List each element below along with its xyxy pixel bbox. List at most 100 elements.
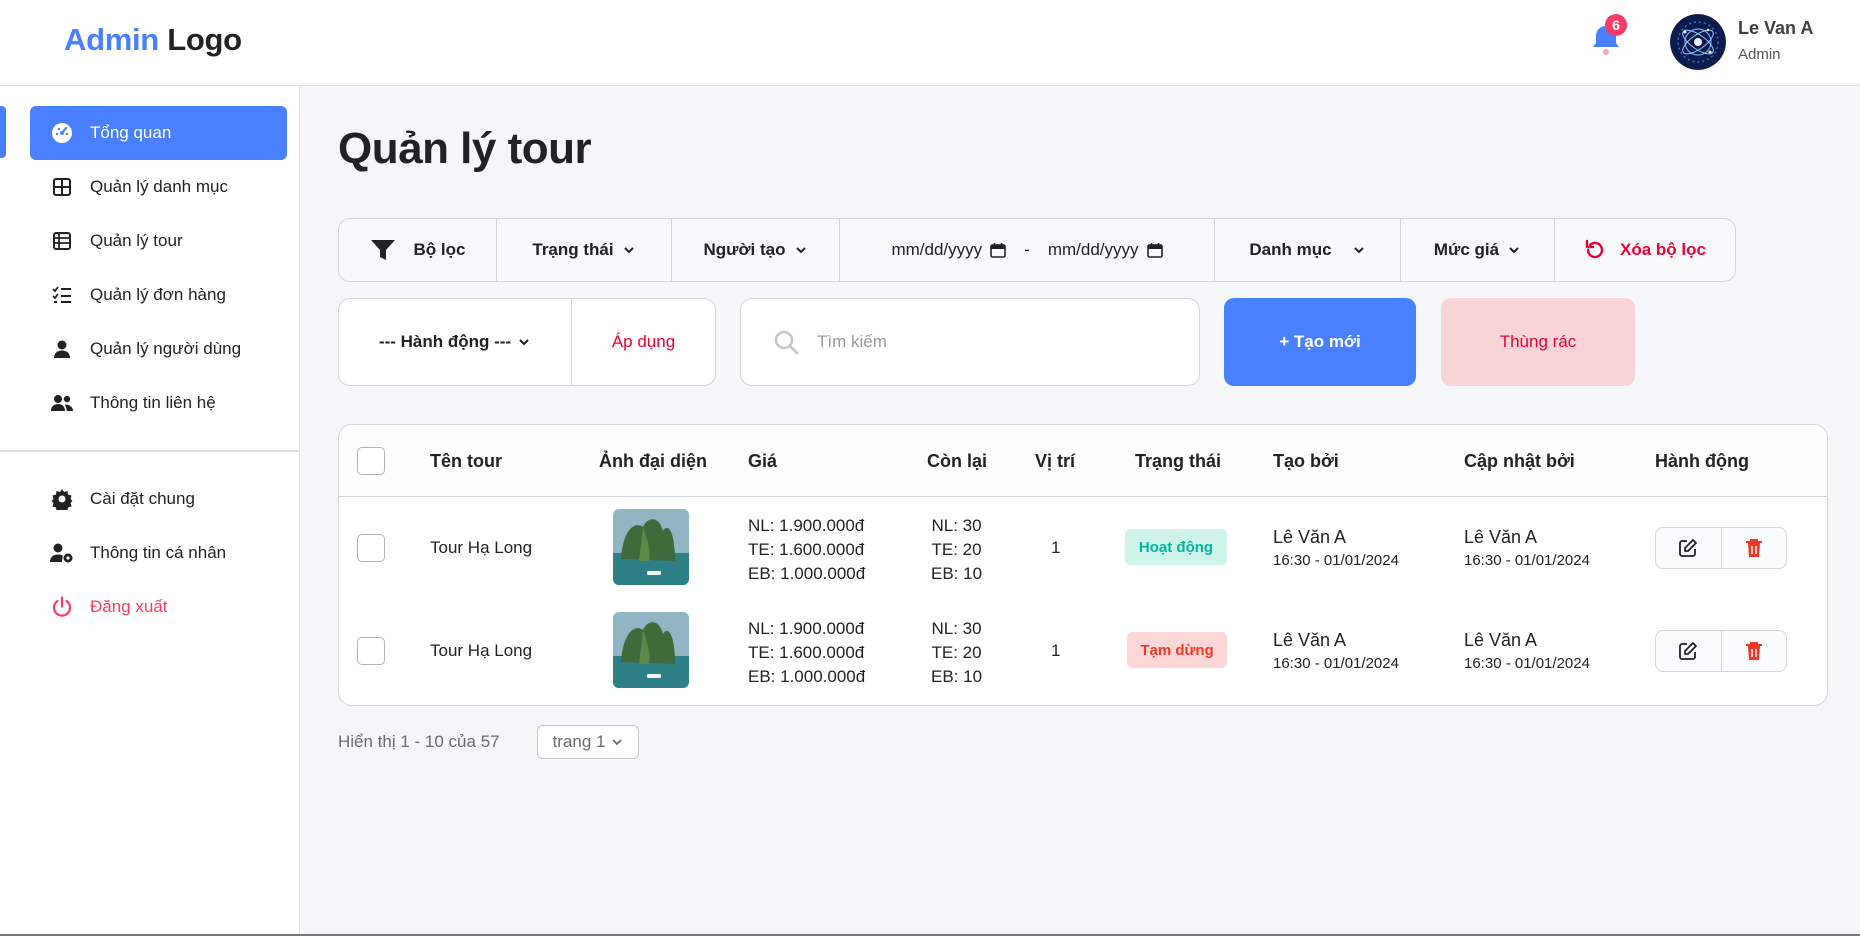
bulk-action-select-value: --- Hành động --- — [378, 332, 512, 351]
tour-name[interactable]: Tour Hạ Long — [430, 538, 532, 558]
date-from-input[interactable]: mm/dd/yyyy — [891, 240, 1006, 260]
filter-label: Bộ lọc — [339, 219, 497, 281]
header-name[interactable]: Tên tour — [430, 425, 502, 497]
updated-by-cell: Lê Văn A 16:30 - 01/01/2024 — [1464, 527, 1590, 569]
date-range-filter: mm/dd/yyyy - mm/dd/yyyy — [840, 219, 1215, 281]
tour-thumbnail — [613, 509, 689, 585]
sidebar-item-orders[interactable]: Quản lý đơn hàng — [30, 268, 287, 322]
active-indicator — [0, 106, 6, 158]
tour-name[interactable]: Tour Hạ Long — [430, 641, 532, 661]
trash-icon — [1745, 642, 1762, 660]
row-checkbox[interactable] — [357, 637, 385, 665]
gear-icon — [50, 487, 74, 511]
sidebar-item-categories[interactable]: Quản lý danh mục — [30, 160, 287, 214]
dashboard-icon — [50, 121, 74, 145]
search-box — [740, 298, 1200, 386]
row-checkbox[interactable] — [357, 534, 385, 562]
tour-price: NL: 1.900.000đ TE: 1.600.000đ EB: 1.000.… — [748, 514, 865, 586]
app-logo[interactable]: Admin Logo — [64, 22, 242, 58]
bulk-action-select[interactable]: --- Hành động --- — [339, 299, 572, 385]
tour-remaining: NL: 30 TE: 20 EB: 10 — [931, 514, 982, 586]
status-filter-dropdown[interactable]: Trạng thái — [497, 219, 672, 281]
created-by-name: Lê Văn A — [1273, 630, 1347, 650]
power-icon — [50, 595, 74, 619]
updated-by-name: Lê Văn A — [1464, 527, 1538, 547]
header-position[interactable]: Vị trí — [1035, 425, 1075, 497]
select-all-checkbox[interactable] — [357, 447, 385, 475]
price-child: TE: 1.600.000đ — [748, 540, 865, 559]
sidebar-item-logout[interactable]: Đăng xuất — [30, 580, 287, 634]
header-actions: Hành động — [1655, 450, 1749, 471]
created-at-time: 16:30 - 01/01/2024 — [1273, 655, 1399, 672]
created-by-cell: Lê Văn A 16:30 - 01/01/2024 — [1273, 527, 1399, 569]
notification-count-badge: 6 — [1605, 14, 1627, 36]
row-actions — [1655, 527, 1787, 569]
chevron-down-icon — [1353, 247, 1364, 254]
chevron-down-icon — [519, 339, 529, 346]
sidebar-item-overview[interactable]: Tổng quan — [30, 106, 287, 160]
tour-price: NL: 1.900.000đ TE: 1.600.000đ EB: 1.000.… — [748, 617, 865, 689]
status-badge[interactable]: Tạm dừng — [1127, 632, 1227, 668]
price-infant: EB: 1.000.000đ — [748, 667, 866, 686]
created-at-time: 16:30 - 01/01/2024 — [1273, 552, 1399, 569]
grid-icon — [50, 175, 74, 199]
sidebar-item-label: Tổng quan — [90, 123, 172, 142]
delete-button[interactable] — [1722, 528, 1787, 568]
page-title: Quản lý tour — [338, 124, 592, 173]
pagination-info: Hiển thị 1 - 10 của 57 — [338, 732, 500, 751]
header-remaining[interactable]: Còn lại — [927, 425, 987, 497]
reset-filter-button[interactable]: Xóa bộ lọc — [1555, 219, 1735, 281]
sidebar-item-label: Cài đặt chung — [90, 489, 195, 508]
filter-icon — [370, 240, 395, 260]
remaining-infant: EB: 10 — [931, 564, 983, 583]
date-to-value: mm/dd/yyyy — [1047, 240, 1139, 259]
sidebar-item-tours[interactable]: Quản lý tour — [30, 214, 287, 268]
tour-position: 1 — [1051, 641, 1061, 660]
chevron-down-icon — [1509, 247, 1519, 254]
edit-icon — [1679, 539, 1698, 557]
price-adult: NL: 1.900.000đ — [748, 619, 865, 638]
remaining-infant: EB: 10 — [931, 667, 983, 686]
search-input[interactable] — [817, 332, 1157, 352]
header-created-by: Tạo bởi — [1273, 450, 1339, 471]
status-badge[interactable]: Hoạt động — [1125, 529, 1227, 565]
trash-button[interactable]: Thùng rác — [1441, 298, 1635, 386]
calendar-icon[interactable] — [990, 242, 1006, 258]
sidebar-item-label: Thông tin liên hệ — [90, 393, 216, 412]
row-actions — [1655, 630, 1787, 672]
remaining-adult: NL: 30 — [931, 619, 982, 638]
table-icon — [50, 229, 74, 253]
user-name[interactable]: Le Van A — [1738, 18, 1813, 39]
sidebar-item-settings[interactable]: Cài đặt chung — [30, 472, 287, 526]
sidebar-item-profile[interactable]: Thông tin cá nhân — [30, 526, 287, 580]
chevron-down-icon — [795, 247, 806, 254]
updated-by-cell: Lê Văn A 16:30 - 01/01/2024 — [1464, 630, 1590, 672]
edit-button[interactable] — [1656, 528, 1722, 568]
logo-accent-text: Admin — [64, 22, 159, 57]
updated-at-time: 16:30 - 01/01/2024 — [1464, 552, 1590, 569]
date-to-input[interactable]: mm/dd/yyyy — [1048, 240, 1163, 260]
category-filter-dropdown[interactable]: Danh mục — [1215, 219, 1401, 281]
edit-button[interactable] — [1656, 631, 1722, 671]
chevron-down-icon — [612, 739, 623, 746]
price-adult: NL: 1.900.000đ — [748, 516, 865, 535]
calendar-icon[interactable] — [1146, 242, 1163, 258]
created-by-name: Lê Văn A — [1273, 527, 1347, 547]
users-icon — [50, 391, 74, 415]
user-avatar[interactable] — [1670, 14, 1726, 70]
page-select[interactable]: trang 1 — [537, 725, 639, 759]
tour-position: 1 — [1051, 538, 1061, 557]
price-filter-dropdown[interactable]: Mức giá — [1401, 219, 1555, 281]
user-icon — [50, 337, 74, 361]
edit-icon — [1679, 642, 1698, 660]
sidebar-item-contacts[interactable]: Thông tin liên hệ — [30, 376, 287, 430]
create-button[interactable]: + Tạo mới — [1224, 298, 1416, 386]
sidebar-item-users[interactable]: Quản lý người dùng — [30, 322, 287, 376]
tour-remaining: NL: 30 TE: 20 EB: 10 — [931, 617, 982, 689]
delete-button[interactable] — [1722, 631, 1787, 671]
apply-button[interactable]: Áp dụng — [572, 299, 715, 385]
logo-text: Logo — [167, 22, 242, 57]
header-price[interactable]: Giá — [748, 425, 777, 497]
creator-filter-dropdown[interactable]: Người tạo — [672, 219, 840, 281]
status-filter-label: Trạng thái — [532, 240, 614, 259]
